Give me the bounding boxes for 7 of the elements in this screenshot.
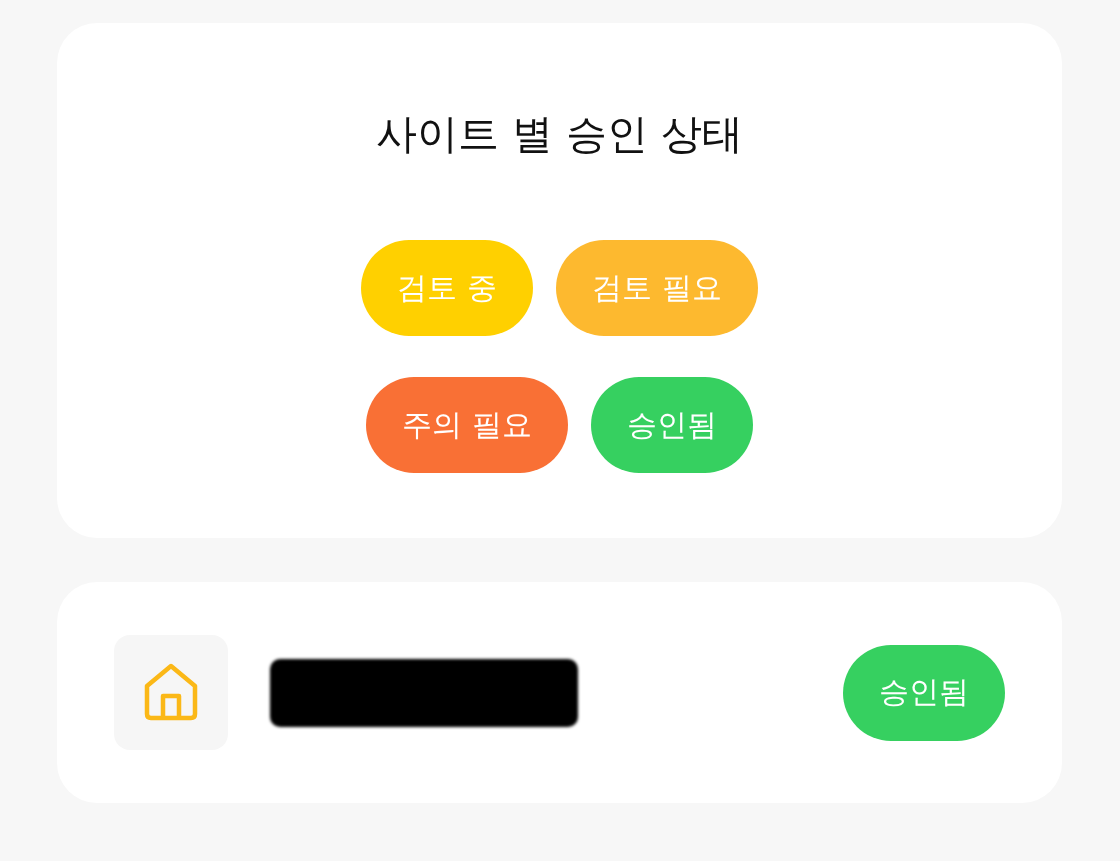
status-tag: 검토 필요 <box>556 240 758 336</box>
house-icon <box>114 635 228 750</box>
status-tag: 검토 중 <box>361 240 533 336</box>
card-title: 사이트 별 승인 상태 <box>375 109 744 160</box>
status-tag: 승인됨 <box>590 377 753 473</box>
status-tag: 주의 필요 <box>366 377 568 473</box>
status-tag: 승인됨 <box>843 644 1005 741</box>
